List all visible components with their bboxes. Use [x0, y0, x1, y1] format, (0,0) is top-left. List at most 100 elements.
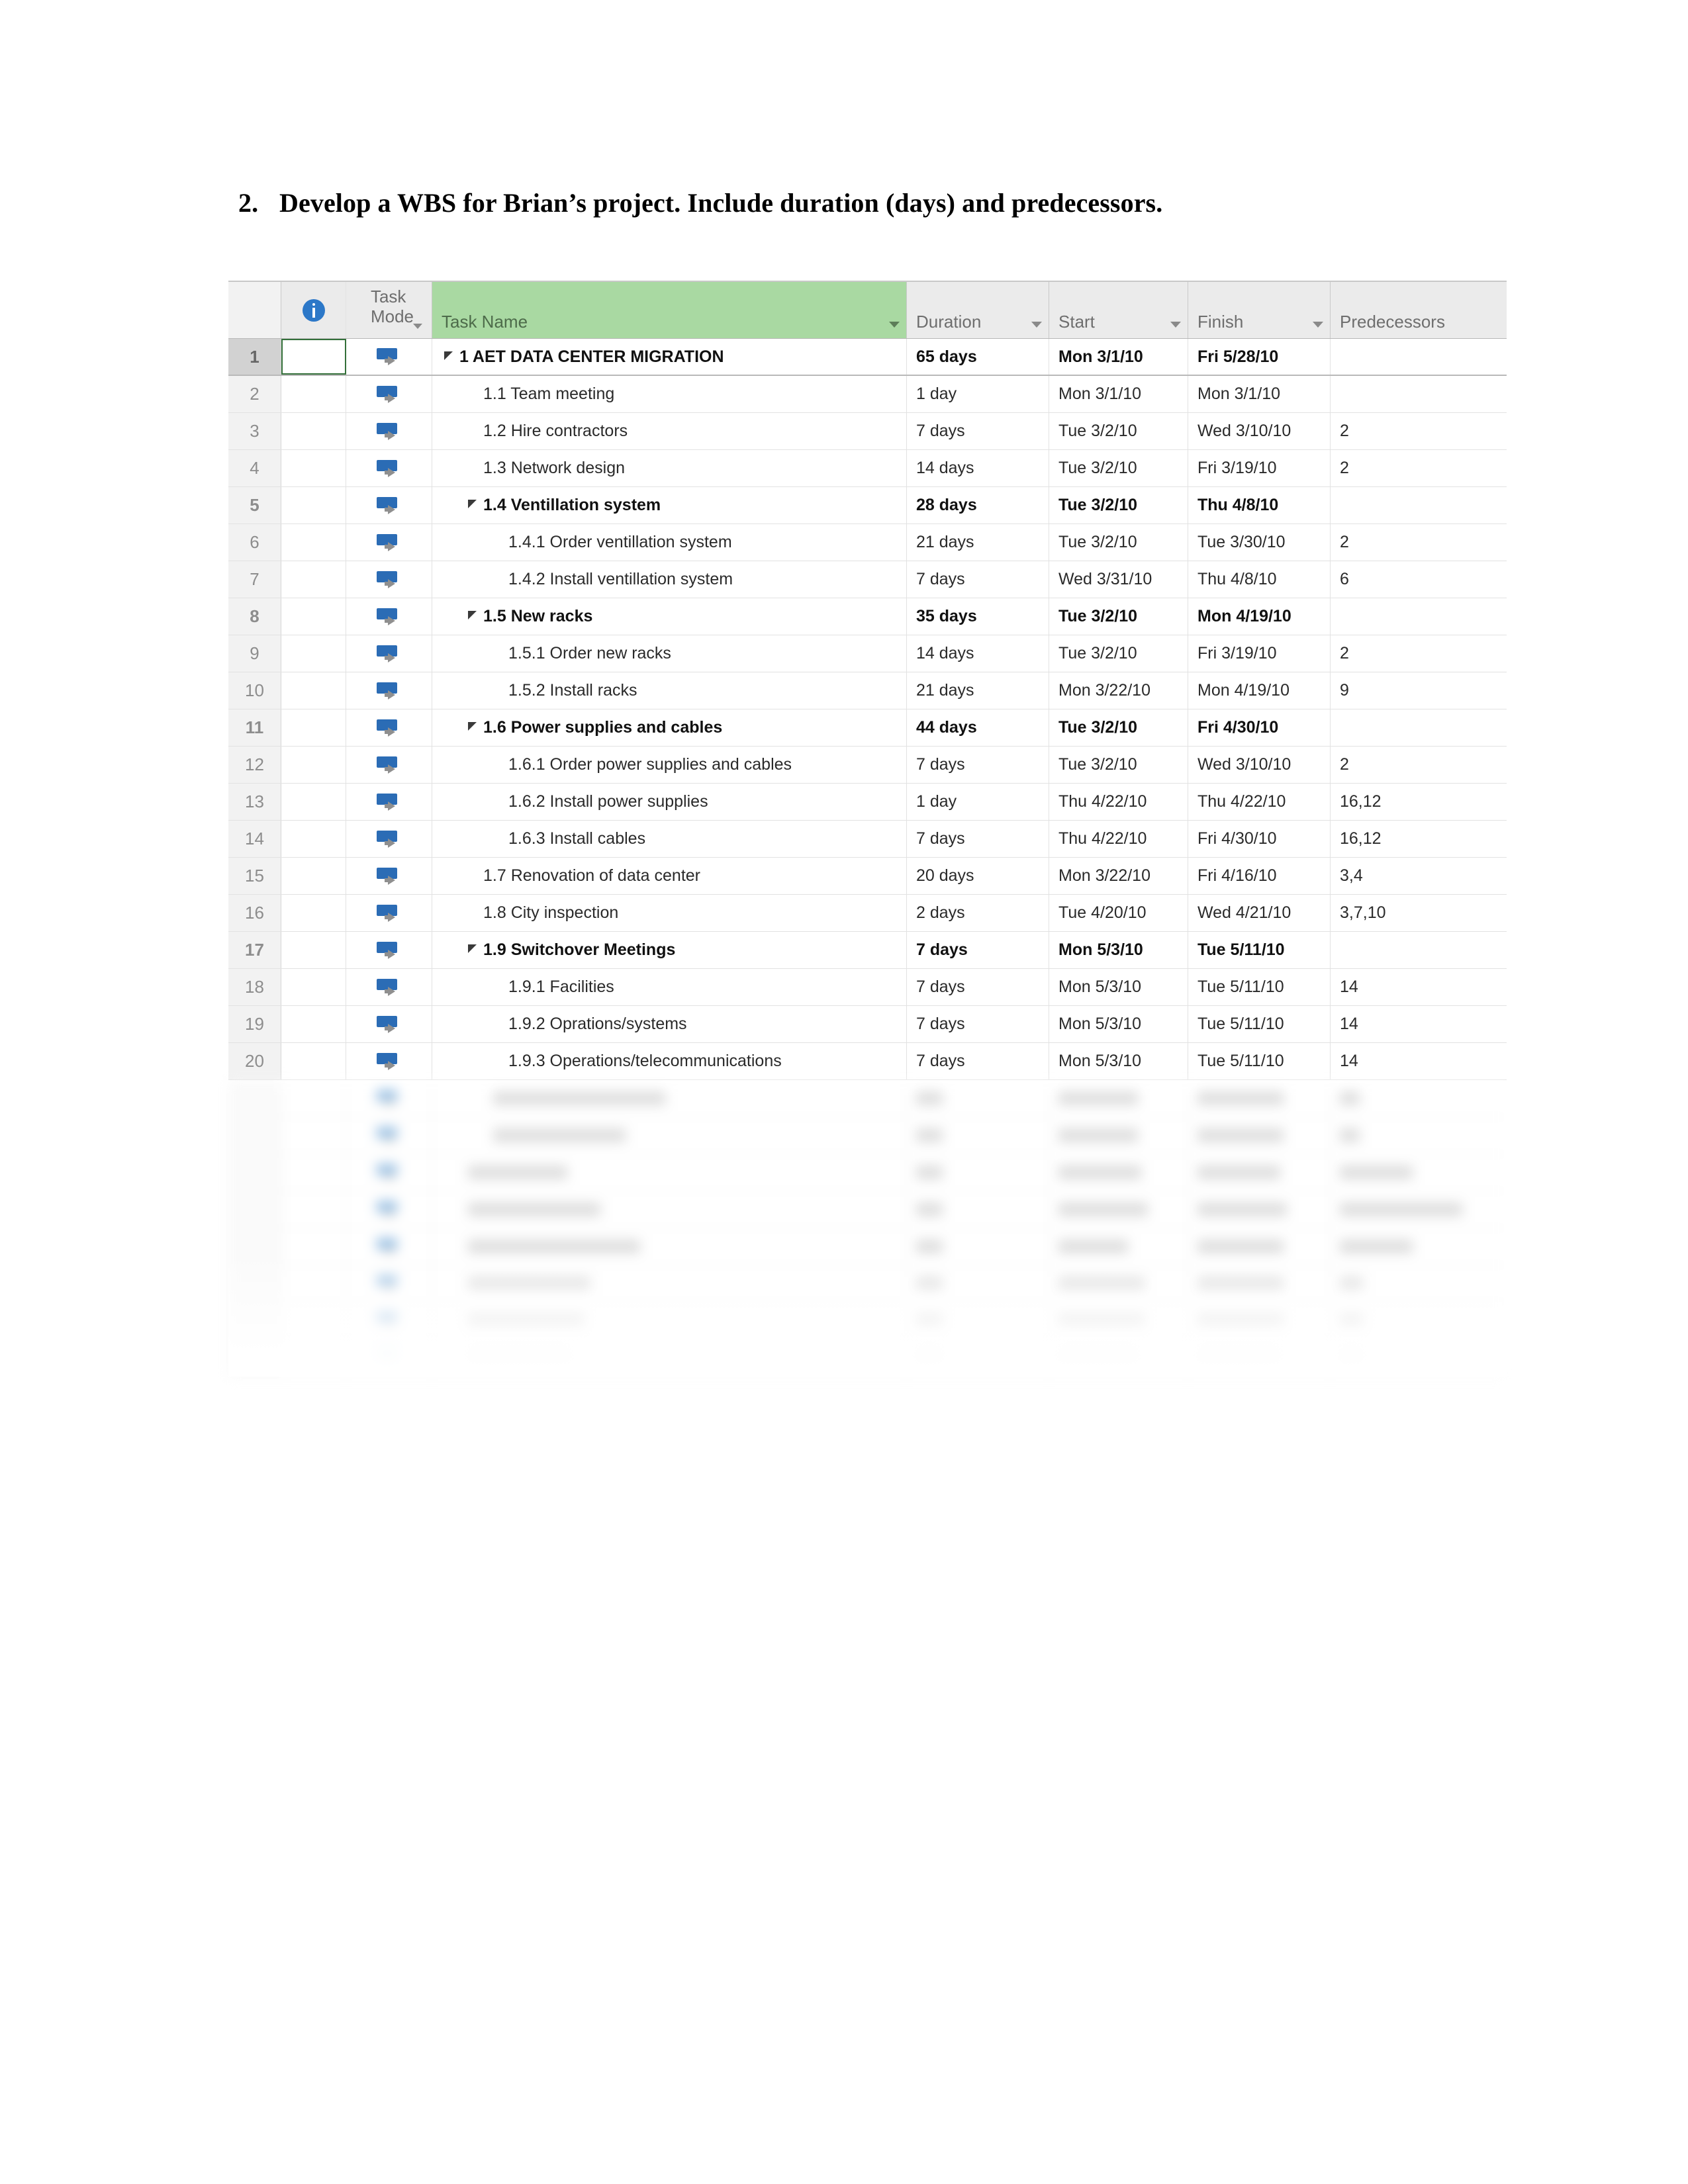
- row-task-mode-cell[interactable]: [346, 821, 432, 857]
- row-indicator-cell[interactable]: [281, 450, 346, 486]
- row-task-name-cell[interactable]: 1 AET DATA CENTER MIGRATION: [432, 339, 907, 375]
- row-finish-cell[interactable]: Thu 4/8/10: [1188, 487, 1331, 523]
- row-predecessors-cell[interactable]: [1331, 709, 1507, 746]
- row-number[interactable]: 4: [228, 450, 281, 486]
- row-number[interactable]: 5: [228, 487, 281, 523]
- table-row[interactable]: 7 1.4.2 Install ventillation system 7 days…: [228, 561, 1507, 598]
- chevron-down-icon[interactable]: [413, 324, 422, 329]
- table-row[interactable]: 17 1.9 Switchover Meetings 7 days Mon 5/3/1…: [228, 932, 1507, 969]
- row-finish-cell[interactable]: Fri 4/30/10: [1188, 709, 1331, 746]
- column-header-finish[interactable]: Finish: [1188, 282, 1331, 338]
- column-header-start[interactable]: Start: [1049, 282, 1188, 338]
- chevron-down-icon[interactable]: [889, 322, 900, 328]
- row-start-cell[interactable]: Mon 5/3/10: [1049, 932, 1188, 968]
- row-number[interactable]: 3: [228, 413, 281, 449]
- row-duration-cell[interactable]: 7 days: [907, 413, 1049, 449]
- row-indicator-cell[interactable]: [281, 672, 346, 709]
- row-predecessors-cell[interactable]: [1331, 339, 1507, 375]
- row-task-mode-cell[interactable]: [346, 598, 432, 635]
- row-task-mode-cell[interactable]: [346, 784, 432, 820]
- row-task-mode-cell[interactable]: [346, 672, 432, 709]
- table-row[interactable]: 20 1.9.3 Operations/telecommunications 7 d…: [228, 1043, 1507, 1080]
- table-row[interactable]: 3 1.2 Hire contractors 7 days Tue 3/2/10 Wed…: [228, 413, 1507, 450]
- row-indicator-cell[interactable]: [281, 339, 346, 375]
- row-number[interactable]: 1: [228, 339, 281, 375]
- row-indicator-cell[interactable]: [281, 413, 346, 449]
- row-predecessors-cell[interactable]: 2: [1331, 413, 1507, 449]
- row-number[interactable]: 14: [228, 821, 281, 857]
- row-duration-cell[interactable]: 21 days: [907, 524, 1049, 561]
- row-predecessors-cell[interactable]: 2: [1331, 450, 1507, 486]
- row-task-name-cell[interactable]: 1.4.1 Order ventillation system: [432, 524, 907, 561]
- row-finish-cell[interactable]: Tue 5/11/10: [1188, 1006, 1331, 1042]
- row-task-mode-cell[interactable]: [346, 1006, 432, 1042]
- row-predecessors-cell[interactable]: 3,7,10: [1331, 895, 1507, 931]
- row-start-cell[interactable]: Tue 3/2/10: [1049, 635, 1188, 672]
- row-duration-cell[interactable]: 21 days: [907, 672, 1049, 709]
- table-row[interactable]: 9 1.5.1 Order new racks 14 days Tue 3/2/10 F…: [228, 635, 1507, 672]
- row-task-mode-cell[interactable]: [346, 932, 432, 968]
- row-finish-cell[interactable]: Fri 4/30/10: [1188, 821, 1331, 857]
- row-number[interactable]: 13: [228, 784, 281, 820]
- row-duration-cell[interactable]: 1 day: [907, 784, 1049, 820]
- row-predecessors-cell[interactable]: [1331, 598, 1507, 635]
- row-duration-cell[interactable]: 65 days: [907, 339, 1049, 375]
- row-task-mode-cell[interactable]: [346, 524, 432, 561]
- table-row[interactable]: 5 1.4 Ventillation system 28 days Tue 3/2/1…: [228, 487, 1507, 524]
- chevron-down-icon[interactable]: [1313, 322, 1323, 328]
- row-indicator-cell[interactable]: [281, 598, 346, 635]
- row-start-cell[interactable]: Mon 3/1/10: [1049, 376, 1188, 412]
- row-indicator-cell[interactable]: [281, 1043, 346, 1079]
- row-start-cell[interactable]: Wed 3/31/10: [1049, 561, 1188, 598]
- row-finish-cell[interactable]: Tue 5/11/10: [1188, 932, 1331, 968]
- row-predecessors-cell[interactable]: 14: [1331, 1043, 1507, 1079]
- row-duration-cell[interactable]: 7 days: [907, 821, 1049, 857]
- row-task-name-cell[interactable]: 1.5 New racks: [432, 598, 907, 635]
- row-duration-cell[interactable]: 14 days: [907, 635, 1049, 672]
- row-task-name-cell[interactable]: 1.8 City inspection: [432, 895, 907, 931]
- row-start-cell[interactable]: Mon 3/1/10: [1049, 339, 1188, 375]
- row-task-name-cell[interactable]: 1.2 Hire contractors: [432, 413, 907, 449]
- row-duration-cell[interactable]: 7 days: [907, 747, 1049, 783]
- table-row[interactable]: 6 1.4.1 Order ventillation system 21 days T…: [228, 524, 1507, 561]
- row-predecessors-cell[interactable]: 16,12: [1331, 821, 1507, 857]
- row-number[interactable]: 17: [228, 932, 281, 968]
- row-start-cell[interactable]: Tue 3/2/10: [1049, 598, 1188, 635]
- chevron-down-icon[interactable]: [1170, 322, 1181, 328]
- row-finish-cell[interactable]: Mon 4/19/10: [1188, 672, 1331, 709]
- row-duration-cell[interactable]: 7 days: [907, 561, 1049, 598]
- table-row[interactable]: 14 1.6.3 Install cables 7 days Thu 4/22/10 F…: [228, 821, 1507, 858]
- row-finish-cell[interactable]: Tue 3/30/10: [1188, 524, 1331, 561]
- row-start-cell[interactable]: Mon 5/3/10: [1049, 1043, 1188, 1079]
- row-start-cell[interactable]: Thu 4/22/10: [1049, 821, 1188, 857]
- row-task-mode-cell[interactable]: [346, 487, 432, 523]
- row-task-mode-cell[interactable]: [346, 747, 432, 783]
- row-predecessors-cell[interactable]: [1331, 376, 1507, 412]
- row-number[interactable]: 10: [228, 672, 281, 709]
- row-indicator-cell[interactable]: [281, 969, 346, 1005]
- collapse-triangle-icon[interactable]: [468, 611, 477, 619]
- row-finish-cell[interactable]: Fri 3/19/10: [1188, 450, 1331, 486]
- row-duration-cell[interactable]: 2 days: [907, 895, 1049, 931]
- row-indicator-cell[interactable]: [281, 487, 346, 523]
- row-number[interactable]: 19: [228, 1006, 281, 1042]
- row-finish-cell[interactable]: Fri 4/16/10: [1188, 858, 1331, 894]
- row-indicator-cell[interactable]: [281, 821, 346, 857]
- row-finish-cell[interactable]: Fri 3/19/10: [1188, 635, 1331, 672]
- row-start-cell[interactable]: Tue 3/2/10: [1049, 524, 1188, 561]
- row-predecessors-cell[interactable]: 14: [1331, 969, 1507, 1005]
- row-predecessors-cell[interactable]: 2: [1331, 747, 1507, 783]
- row-start-cell[interactable]: Mon 5/3/10: [1049, 969, 1188, 1005]
- collapse-triangle-icon[interactable]: [468, 722, 477, 731]
- row-start-cell[interactable]: Tue 3/2/10: [1049, 709, 1188, 746]
- row-number[interactable]: 9: [228, 635, 281, 672]
- row-task-name-cell[interactable]: 1.9.3 Operations/telecommunications: [432, 1043, 907, 1079]
- row-number[interactable]: 15: [228, 858, 281, 894]
- row-task-name-cell[interactable]: 1.5.2 Install racks: [432, 672, 907, 709]
- row-task-name-cell[interactable]: 1.6.1 Order power supplies and cables: [432, 747, 907, 783]
- row-task-mode-cell[interactable]: [346, 709, 432, 746]
- row-finish-cell[interactable]: Fri 5/28/10: [1188, 339, 1331, 375]
- table-row[interactable]: 16 1.8 City inspection 2 days Tue 4/20/10 We…: [228, 895, 1507, 932]
- row-finish-cell[interactable]: Mon 4/19/10: [1188, 598, 1331, 635]
- column-header-predecessors[interactable]: Predecessors: [1331, 282, 1507, 338]
